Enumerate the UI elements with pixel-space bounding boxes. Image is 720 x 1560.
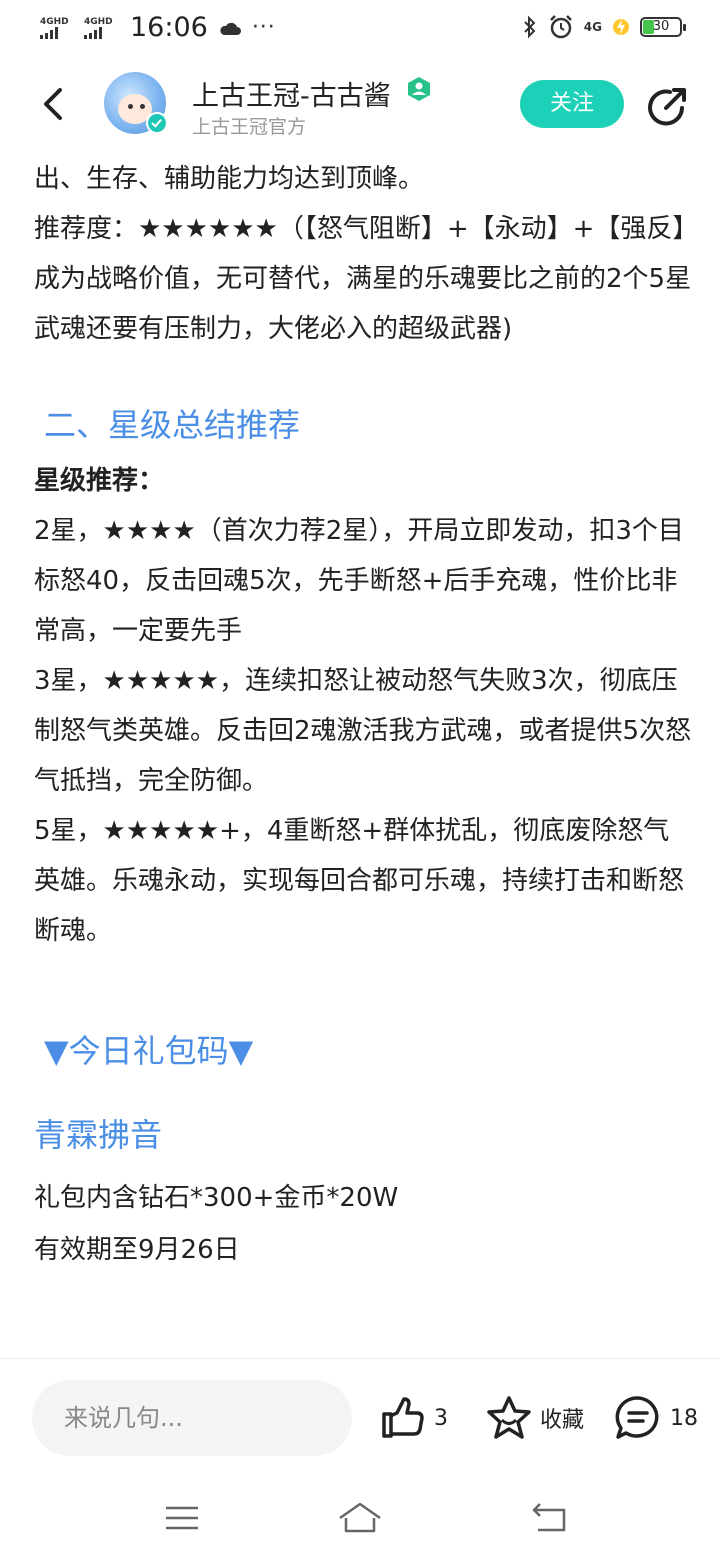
gift-expiry: 有效期至9月26日 xyxy=(34,1235,240,1265)
verified-icon xyxy=(146,112,168,134)
battery-icon: 30 xyxy=(640,17,686,37)
comments-button[interactable]: 18 xyxy=(614,1394,698,1442)
paragraph-recommendation: 推荐度：★★★★★★（【怒气阻断】+【永动】+【强反】成为战略价值，无可替代，满… xyxy=(34,214,692,344)
thumbs-up-icon xyxy=(382,1397,424,1438)
signal-1-icon: 4GHD xyxy=(40,17,74,39)
battery-level: 30 xyxy=(652,19,670,34)
signal-2-icon: 4GHD xyxy=(84,17,118,39)
favorite-button[interactable]: 收藏 xyxy=(486,1394,584,1442)
comment-input[interactable]: 来说几句... xyxy=(32,1380,352,1456)
official-badge-icon xyxy=(408,77,430,101)
back-nav-icon[interactable] xyxy=(530,1498,570,1538)
author-subtitle: 上古王冠官方 xyxy=(192,116,307,138)
divider xyxy=(0,1358,720,1359)
comment-bubble-icon xyxy=(615,1396,659,1439)
follow-button[interactable]: 关注 xyxy=(520,80,624,128)
like-count: 3 xyxy=(434,1405,448,1431)
gift-section-title: ▼今日礼包码▼ xyxy=(44,1032,254,1070)
status-time: 16:06 xyxy=(130,12,208,43)
home-icon[interactable] xyxy=(336,1498,384,1538)
share-icon[interactable] xyxy=(646,84,690,128)
comment-count: 18 xyxy=(670,1405,698,1431)
charging-icon xyxy=(613,19,629,35)
author-name[interactable]: 上古王冠-古古酱 xyxy=(192,74,391,113)
paragraph: 出、生存、辅助能力均达到顶峰。 xyxy=(34,164,425,194)
signal-2-label: 4GHD xyxy=(84,16,113,27)
gift-content: 礼包内含钻石*300+金币*20W xyxy=(34,1183,399,1213)
gift-code: 青霖拂音 xyxy=(34,1116,163,1154)
network-4g-label: 4G xyxy=(583,20,602,34)
like-button[interactable]: 3 xyxy=(380,1394,448,1442)
article-content: 出、生存、辅助能力均达到顶峰。 推荐度：★★★★★★（【怒气阻断】+【永动】+【… xyxy=(34,150,694,1276)
star-recommend-label: 星级推荐： xyxy=(34,466,165,496)
bluetooth-icon xyxy=(524,15,536,39)
paragraph-star-2: 2星，★★★★（首次力荐2星），开局立即发动，扣3个目标怒40，反击回魂5次，先… xyxy=(34,516,684,646)
alarm-icon xyxy=(549,15,572,39)
menu-icon[interactable] xyxy=(162,1498,202,1538)
status-more: ··· xyxy=(251,15,276,40)
article-header: 上古王冠-古古酱 上古王冠官方 关注 xyxy=(0,60,720,150)
back-icon[interactable] xyxy=(36,84,72,124)
status-bar: 4GHD 4GHD 16:06 ··· 4G 30 xyxy=(0,0,720,56)
favorite-label: 收藏 xyxy=(540,1408,585,1433)
star-icon xyxy=(487,1396,531,1439)
signal-1-label: 4GHD xyxy=(40,16,69,27)
section-title: 二、星级总结推荐 xyxy=(44,406,301,444)
paragraph-star-5: 5星，★★★★★+，4重断怒+群体扰乱，彻底废除怒气英雄。乐魂永动，实现每回合都… xyxy=(34,816,685,946)
system-nav-bar xyxy=(0,1476,720,1560)
paragraph-star-3: 3星，★★★★★，连续扣怒让被动怒气失败3次，彻底压制怒气类英雄。反击回2魂激活… xyxy=(34,666,692,796)
cloud-icon xyxy=(220,22,241,35)
